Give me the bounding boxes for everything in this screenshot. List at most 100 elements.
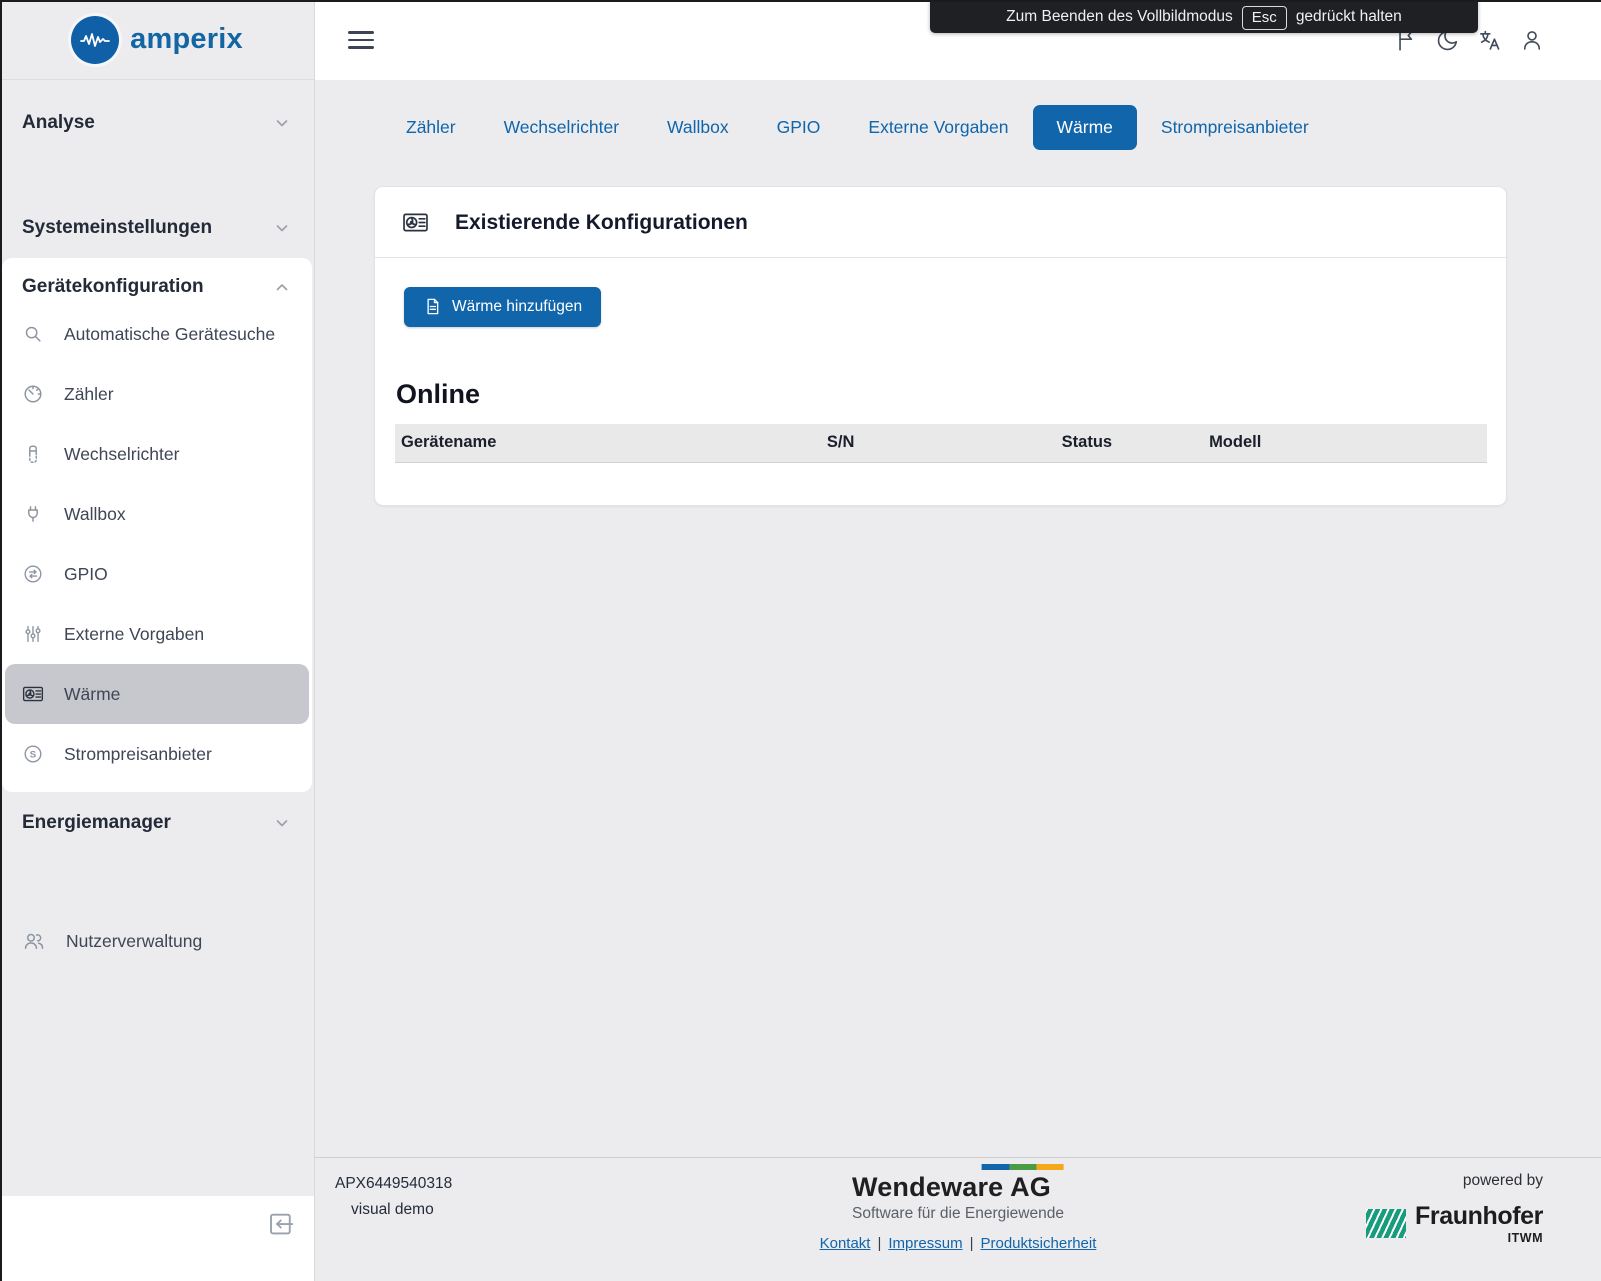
table-header-row: Gerätename S/N Status Modell [395,424,1487,462]
sidebar-item-waerme[interactable]: Wärme [5,664,309,724]
sidebar-item-automatische-geraetesuche[interactable]: Automatische Gerätesuche [5,304,309,364]
swap-icon [22,563,44,585]
column-modell: Modell [1203,424,1487,462]
column-geraetename: Gerätename [395,424,821,462]
configurations-card: Existierende Konfigurationen Wärme hinzu… [374,186,1507,506]
link-separator: | [877,1235,881,1252]
sidebar-item-wallbox[interactable]: Wallbox [5,484,309,544]
link-produktsicherheit[interactable]: Produktsicherheit [980,1235,1096,1252]
fullscreen-exit-toast: Zum Beenden des Vollbildmodus Esc gedrüc… [930,0,1478,33]
tab-strompreisanbieter[interactable]: Strompreisanbieter [1137,105,1333,150]
group-label: Analyse [22,112,95,134]
tab-gpio[interactable]: GPIO [753,105,845,150]
add-button-label: Wärme hinzufügen [452,298,582,316]
device-serial: APX6449540318 [335,1175,452,1193]
price-icon: S [22,743,44,765]
fraunhofer-unit: ITWM [1415,1231,1543,1245]
language-button[interactable] [1477,27,1503,53]
sidebar: amperix Analyse Systemeinstellungen Gerä… [0,0,315,1281]
card-header: Existierende Konfigurationen [375,187,1506,258]
wendeware-block: Wendeware AG Software für die Energiewen… [820,1164,1097,1252]
sidebar-item-gpio[interactable]: GPIO [5,544,309,604]
sidebar-spacer [0,959,314,1196]
translate-icon [1477,27,1503,53]
chevron-up-icon [272,277,292,297]
card-body: Wärme hinzufügen Online Gerätename S/N S… [375,258,1506,505]
sidebar-bottom [0,1196,314,1281]
sidebar-group-systemeinstellungen[interactable]: Systemeinstellungen [0,213,314,243]
users-icon [22,929,46,953]
sidebar-item-strompreisanbieter[interactable]: S Strompreisanbieter [5,724,309,784]
sidebar-item-nutzerverwaltung[interactable]: Nutzerverwaltung [0,923,314,959]
add-waerme-button[interactable]: Wärme hinzufügen [404,287,601,327]
sidebar-group-analyse[interactable]: Analyse [0,108,314,138]
tab-waerme[interactable]: Wärme [1033,105,1137,150]
esc-keycap: Esc [1242,6,1287,30]
user-icon [1519,27,1545,53]
sidebar-item-label: Wallbox [64,504,126,525]
tab-wallbox[interactable]: Wallbox [643,105,753,150]
sidebar-item-label: Nutzerverwaltung [66,931,202,952]
powered-by-text: powered by [1366,1172,1543,1190]
link-separator: | [970,1235,974,1252]
sidebar-group-geraetekonfiguration[interactable]: Gerätekonfiguration [2,270,312,304]
device-info: APX6449540318 visual demo [335,1175,452,1219]
chevron-down-icon [272,813,292,833]
logo[interactable]: amperix [0,0,314,80]
toast-text-after: gedrückt halten [1296,8,1402,26]
meter-icon [22,383,44,405]
tab-externe-vorgaben[interactable]: Externe Vorgaben [844,105,1032,150]
sidebar-item-externe-vorgaben[interactable]: Externe Vorgaben [5,604,309,664]
fraunhofer-stripes-icon [1366,1209,1406,1238]
logo-text: amperix [130,23,243,56]
group-label: Energiemanager [22,812,171,834]
sidebar-item-label: GPIO [64,564,108,585]
sidebar-item-label: Wechselrichter [64,444,179,465]
sidebar-item-label: Wärme [64,684,120,705]
devices-table: Gerätename S/N Status Modell [395,424,1487,463]
amperix-waveform-icon [71,16,119,64]
sidebar-expanded-panel: Gerätekonfiguration Automatische Gerätes… [2,258,312,792]
link-kontakt[interactable]: Kontakt [820,1235,871,1252]
document-icon [423,297,442,316]
svg-text:S: S [30,749,37,760]
chevron-down-icon [272,218,292,238]
company-tagline: Software für die Energiewende [852,1205,1064,1223]
sidebar-item-label: Zähler [64,384,114,405]
tab-zaehler[interactable]: Zähler [382,105,480,150]
tab-wechselrichter[interactable]: Wechselrichter [480,105,643,150]
column-status: Status [1056,424,1203,462]
chevron-down-icon [272,113,292,133]
sidebar-item-zaehler[interactable]: Zähler [5,364,309,424]
card-title: Existierende Konfigurationen [455,211,748,235]
heatpump-icon [22,683,44,705]
fraunhofer-logo: Fraunhofer ITWM [1366,1202,1543,1245]
sidebar-item-label: Automatische Gerätesuche [64,324,275,345]
group-label: Systemeinstellungen [22,217,212,239]
footer: APX6449540318 visual demo Wendeware AG S… [315,1157,1601,1281]
device-name: visual demo [351,1201,452,1219]
collapse-sidebar-button[interactable] [266,1209,296,1239]
main-area: Zum Beenden des Vollbildmodus Esc gedrüc… [315,0,1601,1281]
online-section-title: Online [396,379,1487,410]
sidebar-item-label: Strompreisanbieter [64,744,212,765]
wendeware-color-bar-icon [982,1164,1064,1170]
fraunhofer-name: Fraunhofer [1415,1202,1543,1231]
screen-left-edge [0,0,2,1281]
powered-by-block: powered by Fraunhofer ITWM [1366,1172,1543,1245]
app-window: amperix Analyse Systemeinstellungen Gerä… [0,0,1601,1281]
sidebar-item-wechselrichter[interactable]: Wechselrichter [5,424,309,484]
menu-hamburger-button[interactable] [348,31,374,49]
footer-links: Kontakt | Impressum | Produktsicherheit [820,1235,1097,1252]
heatpump-icon [402,209,429,236]
screen-top-edge [0,0,1601,2]
group-label: Gerätekonfiguration [22,276,204,298]
sidebar-group-energiemanager[interactable]: Energiemanager [0,808,314,838]
column-sn: S/N [821,424,1056,462]
user-account-button[interactable] [1519,27,1545,53]
search-icon [22,323,44,345]
inverter-icon [22,443,44,465]
sliders-icon [22,623,44,645]
toast-text-before: Zum Beenden des Vollbildmodus [1006,8,1233,26]
link-impressum[interactable]: Impressum [888,1235,962,1252]
